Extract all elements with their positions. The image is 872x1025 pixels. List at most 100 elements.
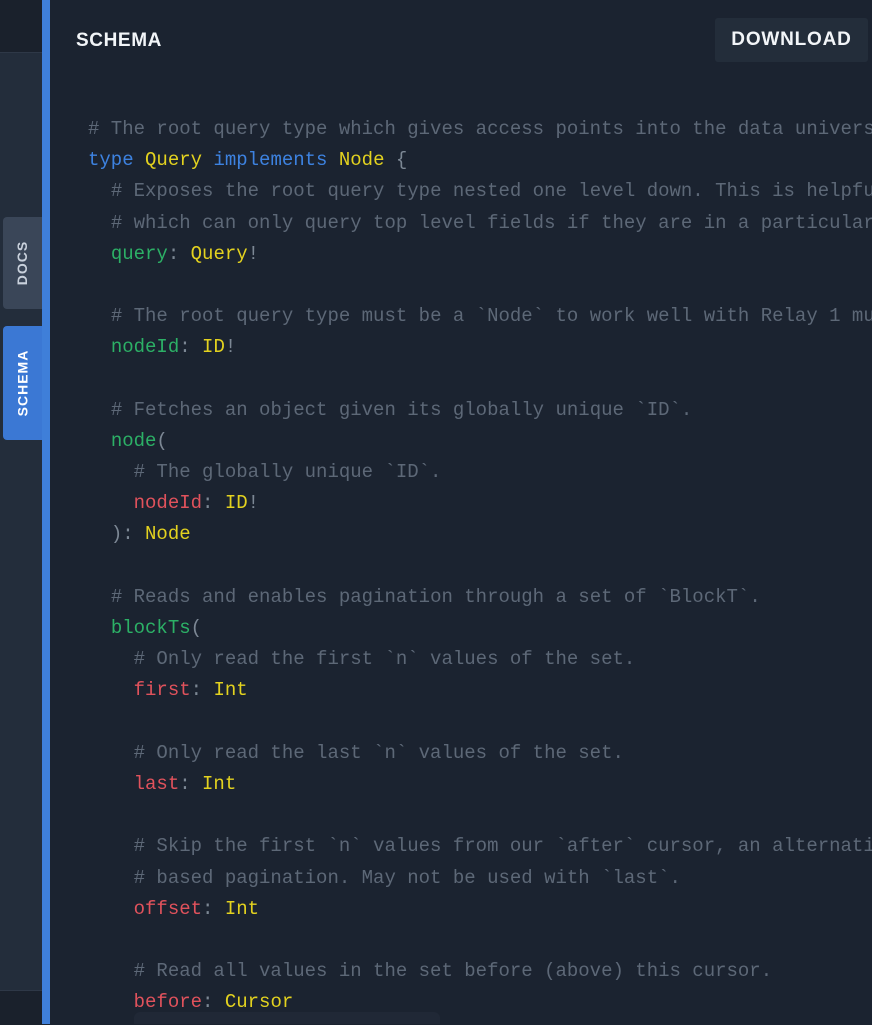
code-token: :	[202, 991, 225, 1014]
code-token: Int	[213, 679, 248, 702]
code-line: node(	[88, 426, 872, 457]
code-token: nodeId	[133, 492, 203, 515]
code-token: Int	[224, 897, 260, 920]
code-token: # Skip the first `n` values from our `af…	[133, 835, 872, 858]
code-token: node	[110, 429, 157, 452]
code-token: Node	[338, 149, 385, 172]
tab-schema-label: SCHEMA	[14, 349, 31, 417]
code-token: :	[179, 772, 203, 795]
code-line: # Reads and enables pagination through a…	[88, 582, 872, 613]
code-token: (	[156, 429, 168, 452]
code-token: (	[190, 617, 203, 639]
code-token: # The globally unique `ID`.	[133, 461, 442, 484]
code-token: before	[133, 991, 203, 1014]
code-line: # Exposes the root query type nested one…	[88, 176, 872, 207]
code-token: :	[202, 492, 225, 515]
scroll-overlay	[134, 1012, 440, 1024]
panel-resize-handle[interactable]	[42, 0, 50, 1024]
panel-title: SCHEMA	[76, 30, 162, 51]
code-token: Node	[145, 523, 191, 546]
code-token: first	[133, 679, 191, 702]
code-line: blockTs(	[88, 613, 872, 644]
code-token: # based pagination. May not be used with…	[133, 866, 681, 889]
sidebar-top-band	[0, 0, 42, 53]
code-token: # Exposes the root query type nested one…	[110, 180, 872, 203]
code-token: !	[224, 336, 237, 359]
code-token: :	[190, 679, 214, 702]
code-token: :	[202, 897, 225, 920]
code-token: !	[247, 242, 260, 265]
code-token: last	[133, 772, 180, 795]
tab-schema[interactable]: SCHEMA	[3, 326, 42, 440]
code-token: # Read all values in the set before (abo…	[133, 960, 773, 983]
code-line: last: Int	[88, 769, 872, 800]
code-token: type	[88, 149, 134, 172]
schema-code-view: # The root query type which gives access…	[88, 114, 872, 1018]
tab-docs[interactable]: DOCS	[3, 217, 42, 309]
code-token: {	[384, 149, 408, 172]
code-line: # The globally unique `ID`.	[88, 457, 872, 488]
code-token: # which can only query top level fields …	[110, 211, 872, 234]
code-line: query: Query!	[88, 239, 872, 270]
code-token: # Only read the last `n` values of the s…	[133, 741, 624, 764]
code-line: offset: Int	[88, 894, 872, 925]
code-line: # Skip the first `n` values from our `af…	[88, 831, 872, 862]
sidebar: DOCS SCHEMA	[0, 0, 42, 1025]
code-token: Cursor	[224, 991, 294, 1014]
code-line: # Read all values in the set before (abo…	[88, 956, 872, 987]
code-line: # based pagination. May not be used with…	[88, 863, 872, 894]
code-token: blockTs	[110, 617, 191, 639]
code-token: Query	[145, 149, 203, 172]
code-line: # which can only query top level fields …	[88, 208, 872, 239]
code-token: implements	[213, 149, 328, 172]
code-token: query	[110, 242, 168, 265]
code-line: nodeId: ID!	[88, 332, 872, 363]
code-line: # Only read the first `n` values of the …	[88, 644, 872, 675]
code-line: # Only read the last `n` values of the s…	[88, 738, 872, 769]
code-line: # The root query type which gives access…	[88, 114, 872, 145]
code-token: ID	[224, 492, 248, 515]
code-line: type Query implements Node {	[88, 145, 872, 176]
code-token: nodeId	[110, 336, 180, 359]
code-token: # The root query type which gives access…	[88, 118, 872, 140]
code-line: first: Int	[88, 675, 872, 706]
code-token: offset	[133, 897, 203, 920]
code-token: # The root query type must be a `Node` t…	[110, 305, 872, 328]
code-token: :	[179, 336, 203, 359]
code-line: nodeId: ID!	[88, 488, 872, 519]
code-line: ): Node	[88, 519, 872, 550]
download-button[interactable]: DOWNLOAD	[715, 18, 868, 62]
code-token: # Reads and enables pagination through a…	[110, 585, 761, 608]
code-token: :	[167, 242, 191, 265]
code-token: # Only read the first `n` values of the …	[133, 648, 636, 671]
code-token: ID	[202, 336, 225, 359]
